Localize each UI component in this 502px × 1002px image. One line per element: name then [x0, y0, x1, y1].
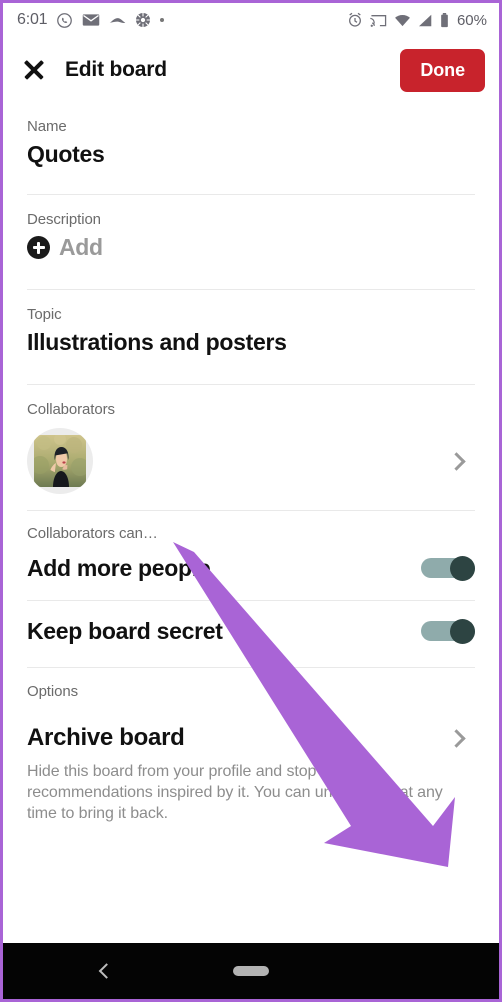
options-label: Options	[27, 683, 78, 700]
keep-board-secret-toggle[interactable]	[421, 619, 475, 644]
add-description-button[interactable]: Add	[27, 234, 475, 261]
done-button[interactable]: Done	[400, 48, 485, 92]
page-title: Edit board	[65, 58, 167, 81]
add-description-label: Add	[59, 234, 103, 260]
add-more-people-row[interactable]: Add more people	[27, 542, 475, 594]
whatsapp-icon	[56, 12, 73, 29]
archive-board-row[interactable]: Archive board	[27, 724, 475, 752]
close-icon[interactable]	[21, 57, 47, 83]
archive-board-label: Archive board	[27, 724, 185, 751]
status-bar-right: 60%	[347, 12, 487, 29]
options-section: Options Archive board Hide this board fr…	[3, 668, 499, 824]
name-label: Name	[27, 118, 67, 135]
app-header: Edit board Done	[3, 37, 499, 103]
toggle-knob	[450, 619, 475, 644]
status-bar: 6:01 60%	[3, 3, 499, 37]
secret-section: Keep board secret	[3, 601, 499, 667]
phone-screenshot-frame: 6:01 60% Edit board Done Name Quotes Des…	[0, 0, 502, 1002]
name-value: Quotes	[27, 141, 105, 167]
keep-board-secret-label: Keep board secret	[27, 617, 223, 644]
chevron-right-icon[interactable]	[447, 451, 466, 471]
toggle-knob	[450, 556, 475, 581]
add-more-people-label: Add more people	[27, 554, 211, 581]
avatar-photo	[34, 435, 86, 487]
collaborators-label: Collaborators	[27, 401, 115, 418]
back-chevron-icon[interactable]	[98, 963, 115, 979]
home-pill-icon[interactable]	[233, 966, 269, 976]
permissions-label: Collaborators can…	[27, 525, 158, 542]
add-more-people-toggle[interactable]	[421, 556, 475, 581]
keep-board-secret-row[interactable]: Keep board secret	[27, 605, 475, 657]
notification-dot-icon	[160, 18, 165, 22]
signal-icon	[418, 14, 433, 27]
phone-screen: 6:01 60% Edit board Done Name Quotes Des…	[3, 3, 499, 999]
topic-value: Illustrations and posters	[27, 329, 287, 355]
archive-board-description: Hide this board from your profile and st…	[27, 763, 443, 823]
battery-icon	[440, 12, 449, 28]
avatar[interactable]	[27, 428, 93, 494]
alarm-icon	[347, 12, 363, 28]
status-bar-left: 6:01	[17, 11, 165, 29]
cast-icon	[370, 13, 387, 28]
chevron-right-icon[interactable]	[447, 728, 466, 748]
plus-circle-icon	[27, 236, 50, 259]
system-nav-bar	[3, 943, 499, 999]
description-section[interactable]: Description Add	[3, 195, 499, 289]
battery-percent: 60%	[456, 11, 487, 29]
cloud-icon	[109, 15, 126, 25]
topic-section[interactable]: Topic Illustrations and posters	[3, 290, 499, 384]
edit-board-form: Name Quotes Description Add Topic Illust…	[3, 103, 499, 943]
status-time: 6:01	[17, 11, 48, 28]
photos-icon	[135, 12, 151, 28]
description-label: Description	[27, 211, 101, 228]
collaborators-section[interactable]: Collaborators	[3, 385, 499, 510]
collaborators-row[interactable]	[27, 428, 475, 494]
mail-icon	[82, 13, 100, 27]
name-section[interactable]: Name Quotes	[3, 103, 499, 194]
permissions-section: Collaborators can… Add more people	[3, 511, 499, 600]
wifi-icon	[394, 14, 411, 27]
topic-label: Topic	[27, 306, 62, 323]
